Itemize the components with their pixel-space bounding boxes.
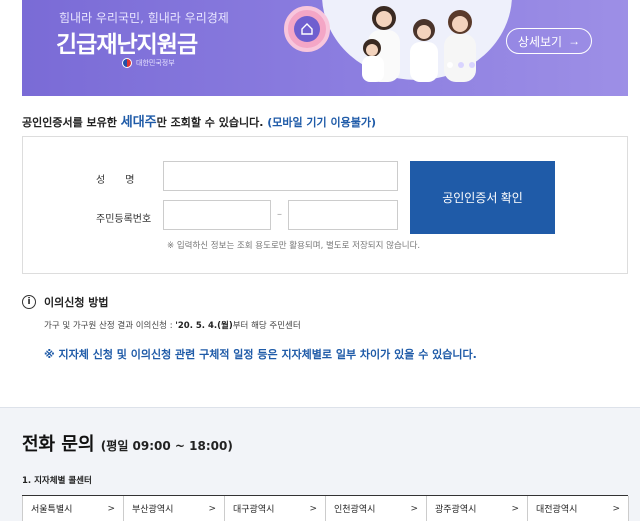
phone-hours: (평일 09:00 ~ 18:00) [100,439,233,453]
carousel-dots[interactable] [447,62,475,68]
info-icon: i [22,295,36,309]
phone-title-text: 전화 문의 [22,434,95,455]
region-item-busan[interactable]: 부산광역시 > [123,496,225,521]
region-item-gwangju[interactable]: 광주광역시 > [426,496,528,521]
house-badge-icon [284,6,330,52]
region-label: 대구광역시 [233,505,275,515]
region-item-daegu[interactable]: 대구광역시 > [224,496,326,521]
objection-desc-prefix: 가구 및 가구원 산정 결과 이의신청 : [44,321,176,331]
carousel-dot[interactable] [458,62,464,68]
rrn-back-input[interactable] [288,200,398,230]
region-item-incheon[interactable]: 인천광역시 > [325,496,427,521]
region-item-daejeon[interactable]: 대전광역시 > [527,496,629,521]
government-label: 대한민국정부 [136,59,175,67]
region-label: 광주광역시 [435,505,477,515]
region-callcenter-heading: 1. 지자체별 콜센터 [22,476,92,486]
carousel-dot[interactable] [469,62,475,68]
name-label: 성 명 [96,175,135,186]
family-photo [362,6,476,82]
objection-date: '20. 5. 4.(월) [175,321,233,331]
rrn-label: 주민등록번호 [96,214,152,225]
region-tabs: 서울특별시 > 부산광역시 > 대구광역시 > 인천광역시 > 광주광역시 > 대전광역시… [22,495,629,521]
banner-subtitle: 힘내라 우리국민, 힘내라 우리경제 [59,11,229,25]
region-label: 대전광역시 [536,505,578,515]
rrn-dash: – [277,209,282,220]
hero-banner: 힘내라 우리국민, 힘내라 우리경제 긴급재난지원금 대한민국정부 상세보기 → [22,0,628,96]
notice-middle: 만 조회할 수 있습니다. [156,116,268,129]
objection-heading: i 이의신청 방법 [22,294,109,310]
carousel-dot[interactable] [447,62,453,68]
phone-title: 전화 문의 (평일 09:00 ~ 18:00) [22,430,233,456]
objection-desc-suffix: 부터 해당 주민센터 [232,321,301,331]
detail-button[interactable]: 상세보기 → [506,28,592,54]
region-label: 인천광역시 [334,505,376,515]
notice-emphasis: 세대주 [120,115,157,130]
objection-title: 이의신청 방법 [44,296,109,309]
chevron-right-icon: > [208,503,216,514]
korea-seal-icon [122,58,132,68]
schedule-warning: ※ 지자체 신청 및 이의신청 관련 구체적 일정 등은 지자체별로 일부 차이… [44,348,477,361]
notice-mobile: (모바일 기기 이용불가) [267,116,377,129]
phone-inquiry-section: 전화 문의 (평일 09:00 ~ 18:00) 1. 지자체별 콜센터 서울특… [0,407,640,521]
name-input[interactable] [163,161,398,191]
chevron-right-icon: > [410,503,418,514]
objection-description: 가구 및 가구원 산정 결과 이의신청 : '20. 5. 4.(월)부터 해당… [44,319,301,331]
government-logo: 대한민국정부 [122,58,175,68]
chevron-right-icon: > [309,503,317,514]
lookup-form: 성 명 주민등록번호 – 공인인증서 확인 ※ 입력하신 정보는 조회 용도로만… [22,136,628,274]
chevron-right-icon: > [612,503,620,514]
region-item-seoul[interactable]: 서울특별시 > [22,496,124,521]
detail-button-label: 상세보기 [517,34,563,49]
chevron-right-icon: > [107,503,115,514]
rrn-front-input[interactable] [163,200,271,230]
banner-title: 긴급재난지원금 [56,32,198,58]
region-label: 서울특별시 [31,505,73,515]
notice-prefix: 공인인증서를 보유한 [22,116,121,129]
region-label: 부산광역시 [132,505,174,515]
arrow-right-icon: → [568,34,581,48]
privacy-note: ※ 입력하신 정보는 조회 용도로만 활용되며, 별도로 저장되지 않습니다. [167,241,421,251]
certificate-confirm-button[interactable]: 공인인증서 확인 [410,161,555,234]
eligibility-notice: 공인인증서를 보유한 세대주만 조회할 수 있습니다. (모바일 기기 이용불가… [22,111,376,130]
chevron-right-icon: > [511,503,519,514]
